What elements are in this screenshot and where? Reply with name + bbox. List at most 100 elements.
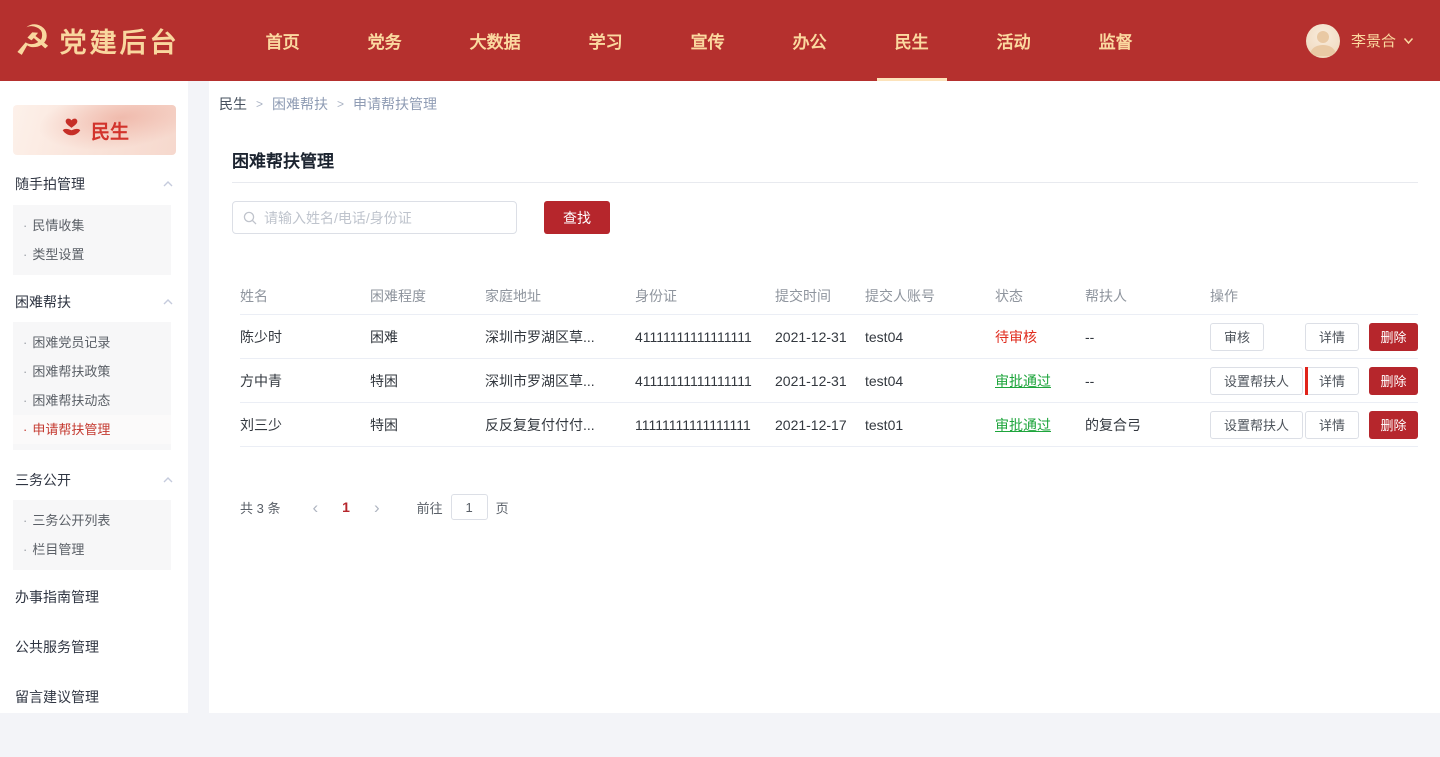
breadcrumb-item[interactable]: 困难帮扶 (272, 94, 328, 114)
chevron-down-icon (1403, 32, 1414, 50)
sidebar-group-snapshot: ·民情收集 ·类型设置 (13, 205, 171, 275)
breadcrumb-item[interactable]: 申请帮扶管理 (353, 94, 437, 114)
column-header-submitter: 提交人账号 (865, 286, 995, 306)
sidebar: 民生 随手拍管理 ·民情收集 ·类型设置 困难帮扶 ·困难党员记录 ·困难帮扶政… (0, 81, 188, 713)
user-name: 李景合 (1351, 30, 1396, 51)
set-helper-button[interactable]: 设置帮扶人 (1210, 367, 1303, 395)
id-card-cell: 41111111111111111 (635, 329, 775, 345)
review-button[interactable]: 审核 (1210, 323, 1264, 351)
sidebar-item-public-service-management[interactable]: 公共服务管理 (15, 637, 99, 657)
breadcrumb-separator: > (337, 97, 344, 111)
search-box (232, 201, 517, 234)
submitter-cell: test04 (865, 329, 995, 345)
submitter-cell: test04 (865, 373, 995, 389)
sidebar-group-three-affairs: ·三务公开列表 ·栏目管理 (13, 500, 171, 570)
bullet: · (23, 364, 27, 379)
page-number-current[interactable]: 1 (342, 499, 350, 515)
nav-item-study[interactable]: 学习 (572, 0, 640, 81)
detail-button[interactable]: 详情 (1305, 367, 1359, 395)
nav-item-activities[interactable]: 活动 (980, 0, 1048, 81)
table-row: 刘三少 特困 反反复复付付付... 11111111111111111 2021… (240, 403, 1418, 447)
sidebar-item-hardship-member-records[interactable]: ·困难党员记录 (13, 328, 171, 357)
goto-page-input[interactable] (451, 494, 488, 520)
top-navigation: 首页 党务 大数据 学习 宣传 办公 民生 活动 监督 (232, 0, 1167, 81)
name-cell: 陈少时 (240, 327, 370, 347)
bullet: · (23, 542, 27, 557)
nav-item-supervision[interactable]: 监督 (1082, 0, 1150, 81)
sidebar-section-title: 三务公开 (15, 470, 71, 490)
sidebar-banner: 民生 (13, 105, 176, 155)
chevron-up-icon (163, 476, 173, 484)
nav-item-party-affairs[interactable]: 党务 (351, 0, 419, 81)
submitter-cell: test01 (865, 417, 995, 433)
helper-cell: -- (1085, 329, 1210, 345)
prev-page-button[interactable]: ‹ (308, 499, 322, 516)
breadcrumb-separator: > (256, 97, 263, 111)
delete-button[interactable]: 删除 (1369, 411, 1418, 439)
delete-button[interactable]: 删除 (1369, 367, 1418, 395)
id-card-cell: 41111111111111111 (635, 373, 775, 389)
bullet: · (23, 218, 27, 233)
address-cell: 深圳市罗湖区草... (485, 327, 635, 347)
actions-cell: 审核 详情 删除 (1210, 323, 1418, 351)
sidebar-item-apply-help-management[interactable]: ·申请帮扶管理 (13, 415, 171, 444)
set-helper-button[interactable]: 设置帮扶人 (1210, 411, 1303, 439)
sidebar-section-title: 随手拍管理 (15, 174, 85, 194)
sidebar-item-column-management[interactable]: ·栏目管理 (13, 535, 171, 564)
nav-item-office[interactable]: 办公 (776, 0, 844, 81)
bullet: · (23, 393, 27, 408)
divider (232, 182, 1418, 183)
nav-item-publicity[interactable]: 宣传 (674, 0, 742, 81)
column-header-id-card: 身份证 (635, 286, 775, 306)
level-cell: 困难 (370, 327, 485, 347)
bullet: · (23, 247, 27, 262)
sidebar-section-snapshot[interactable]: 随手拍管理 (0, 174, 188, 194)
chevron-up-icon (163, 180, 173, 188)
detail-button[interactable]: 详情 (1305, 323, 1359, 351)
bullet: · (23, 422, 27, 437)
helper-cell: 的复合弓 (1085, 415, 1210, 435)
level-cell: 特困 (370, 415, 485, 435)
search-button[interactable]: 查找 (544, 201, 610, 234)
submit-time-cell: 2021-12-17 (775, 417, 865, 433)
sidebar-item-three-affairs-list[interactable]: ·三务公开列表 (13, 506, 171, 535)
column-header-actions: 操作 (1210, 286, 1418, 306)
heart-hands-icon (60, 116, 83, 144)
status-badge: 待审核 (995, 327, 1085, 347)
user-menu[interactable]: 李景合 (1306, 0, 1414, 81)
next-page-button[interactable]: › (370, 499, 384, 516)
nav-item-home[interactable]: 首页 (249, 0, 317, 81)
delete-button[interactable]: 删除 (1369, 323, 1418, 351)
table-row: 陈少时 困难 深圳市罗湖区草... 41111111111111111 2021… (240, 315, 1418, 359)
search-input[interactable] (264, 210, 506, 226)
bullet: · (23, 513, 27, 528)
goto-page-label: 前往 (417, 498, 443, 517)
sidebar-item-type-settings[interactable]: ·类型设置 (13, 240, 171, 269)
actions-cell: 设置帮扶人 详情 删除 (1210, 411, 1418, 439)
sidebar-item-hardship-news[interactable]: ·困难帮扶动态 (13, 386, 171, 415)
sidebar-section-title: 困难帮扶 (15, 292, 71, 312)
actions-cell: 设置帮扶人 详情 删除 (1210, 367, 1418, 395)
breadcrumb-item[interactable]: 民生 (219, 94, 247, 114)
top-header: ☭ 党建后台 首页 党务 大数据 学习 宣传 办公 民生 活动 监督 李景合 (0, 0, 1440, 81)
party-emblem-icon: ☭ (14, 20, 52, 62)
submit-time-cell: 2021-12-31 (775, 329, 865, 345)
nav-item-livelihood[interactable]: 民生 (878, 0, 946, 81)
app-title: 党建后台 (60, 21, 180, 60)
page-title: 困难帮扶管理 (232, 147, 334, 172)
status-badge: 审批通过 (995, 371, 1085, 391)
sidebar-item-public-sentiment[interactable]: ·民情收集 (13, 211, 171, 240)
sidebar-item-hardship-policy[interactable]: ·困难帮扶政策 (13, 357, 171, 386)
column-header-level: 困难程度 (370, 286, 485, 306)
breadcrumb: 民生 > 困难帮扶 > 申请帮扶管理 (219, 94, 437, 114)
nav-item-big-data[interactable]: 大数据 (453, 0, 538, 81)
table-header-row: 姓名 困难程度 家庭地址 身份证 提交时间 提交人账号 状态 帮扶人 操作 (240, 277, 1418, 315)
sidebar-section-hardship[interactable]: 困难帮扶 (0, 292, 188, 312)
bullet: · (23, 335, 27, 350)
sidebar-item-guide-management[interactable]: 办事指南管理 (15, 587, 99, 607)
sidebar-item-message-suggestion-management[interactable]: 留言建议管理 (15, 687, 99, 707)
sidebar-section-three-affairs[interactable]: 三务公开 (0, 470, 188, 490)
name-cell: 刘三少 (240, 415, 370, 435)
chevron-up-icon (163, 298, 173, 306)
detail-button[interactable]: 详情 (1305, 411, 1359, 439)
